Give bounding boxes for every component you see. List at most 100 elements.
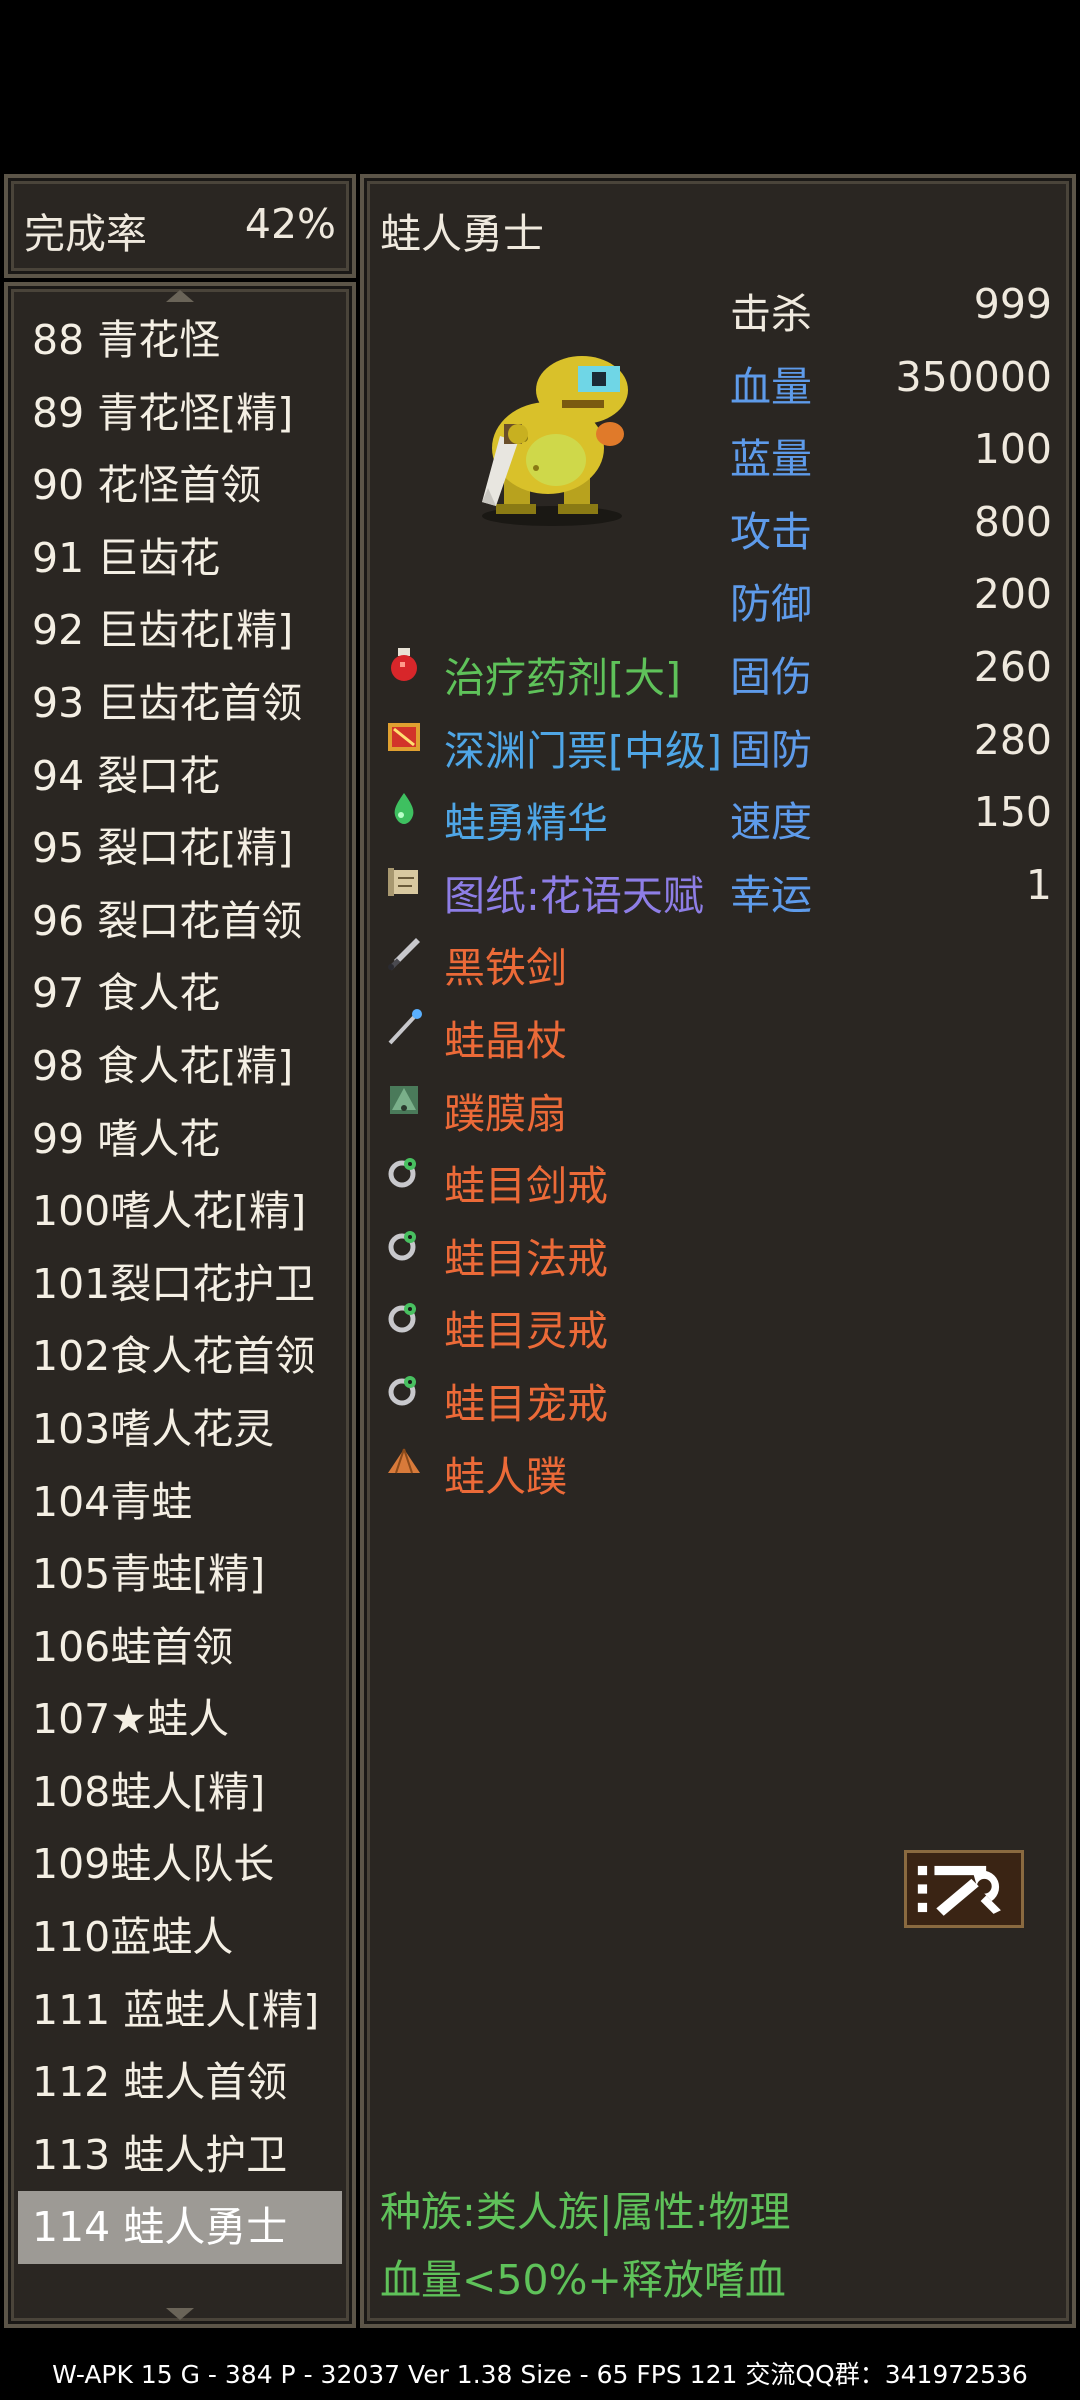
list-item[interactable]: 108蛙人[精] xyxy=(18,1756,342,1829)
stat-value: 1 xyxy=(1025,860,1052,909)
list-item[interactable]: 113 蛙人护卫 xyxy=(18,2119,342,2192)
list-item[interactable]: 103嗜人花灵 xyxy=(18,1393,342,1466)
list-item[interactable]: 99 嗜人花 xyxy=(18,1103,342,1176)
stat-row: 幸运 1 xyxy=(730,847,1052,920)
list-item[interactable]: 109蛙人队长 xyxy=(18,1828,342,1901)
stat-row: 速度 150 xyxy=(730,774,1052,847)
wrench-button[interactable] xyxy=(904,1850,1024,1928)
stat-value: 350000 xyxy=(895,352,1052,401)
stat-value: 150 xyxy=(973,788,1052,837)
drop-item[interactable]: 治疗药剂[大] xyxy=(384,630,744,703)
list-item[interactable]: 114 蛙人勇士 xyxy=(18,2191,342,2265)
list-item[interactable]: 96 裂口花首领 xyxy=(18,885,342,958)
stat-row: 攻击 800 xyxy=(730,484,1052,557)
debug-status-bar: W-APK 15 G - 384 P - 32037 Ver 1.38 Size… xyxy=(52,2360,1028,2389)
scroll-down-icon[interactable] xyxy=(166,2308,194,2320)
frog-warrior-sprite xyxy=(482,356,628,526)
essence-icon xyxy=(394,793,414,825)
list-item[interactable]: 92 巨齿花[精] xyxy=(18,594,342,667)
drop-list: 治疗药剂[大] 深渊门票[中级] 蛙勇精华 图纸:花语天赋黑铁剑蛙晶杖 蹼膜扇蛙目剑戒蛙… xyxy=(384,630,744,1501)
web-icon xyxy=(388,1448,420,1473)
drop-item-name: 治疗药剂[大] xyxy=(444,654,681,702)
drop-item-name: 深渊门票[中级] xyxy=(444,726,722,775)
ring-icon xyxy=(388,1303,416,1333)
stat-row: 击杀 999 xyxy=(730,266,1052,339)
drop-item-name: 蛙人蹼 xyxy=(444,1452,567,1501)
drop-item[interactable]: 蛙目灵戒 xyxy=(384,1283,744,1356)
staff-icon xyxy=(388,1008,422,1045)
list-item[interactable]: 104青蛙 xyxy=(18,1466,342,1539)
stat-label: 蓝量 xyxy=(730,435,812,484)
scroll-up-icon[interactable] xyxy=(166,290,194,302)
monster-list[interactable]: 88 青花怪 89 青花怪[精] 90 花怪首领 91 巨齿花 92 巨齿花[精] 93 … xyxy=(18,304,342,2265)
stat-value: 200 xyxy=(973,570,1052,619)
drop-item-name: 蛙晶杖 xyxy=(444,1016,567,1065)
stat-label: 攻击 xyxy=(730,507,812,556)
list-item[interactable]: 91 巨齿花 xyxy=(18,522,342,595)
potion-icon xyxy=(391,648,417,681)
stat-value: 260 xyxy=(973,642,1052,691)
list-item[interactable]: 112 蛙人首领 xyxy=(18,2046,342,2119)
race-info: 种族:类人族|属性:物理 xyxy=(380,2188,791,2236)
list-item[interactable]: 88 青花怪 xyxy=(18,304,342,377)
monster-list-panel[interactable]: 88 青花怪 89 青花怪[精] 90 花怪首领 91 巨齿花 92 巨齿花[精] 93 … xyxy=(4,282,356,2328)
drop-item[interactable]: 深渊门票[中级] xyxy=(384,703,744,776)
sword-icon xyxy=(388,938,420,971)
list-item[interactable]: 95 裂口花[精] xyxy=(18,812,342,885)
list-item[interactable]: 102食人花首领 xyxy=(18,1320,342,1393)
list-item[interactable]: 110蓝蛙人 xyxy=(18,1901,342,1974)
stat-row: 血量 350000 xyxy=(730,339,1052,412)
list-item[interactable]: 105青蛙[精] xyxy=(18,1538,342,1611)
list-item[interactable]: 97 食人花 xyxy=(18,957,342,1030)
list-item[interactable]: 111 蓝蛙人[精] xyxy=(18,1974,342,2047)
ticket-icon xyxy=(388,722,420,751)
ring-icon xyxy=(388,1375,416,1406)
stat-value: 280 xyxy=(973,715,1052,764)
list-item[interactable]: 100嗜人花[精] xyxy=(18,1175,342,1248)
list-item[interactable]: 107★蛙人 xyxy=(18,1683,342,1756)
stat-label: 击杀 xyxy=(730,290,812,338)
fan-icon xyxy=(390,1085,418,1114)
stat-label: 防御 xyxy=(730,580,812,629)
list-item[interactable]: 94 裂口花 xyxy=(18,740,342,813)
drop-item-name: 黑铁剑 xyxy=(444,944,567,993)
drop-item-name: 蛙目法戒 xyxy=(444,1234,608,1283)
stat-row: 防御 200 xyxy=(730,556,1052,629)
monster-title: 蛙人勇士 xyxy=(380,210,544,258)
drop-item-name: 蛙目剑戒 xyxy=(444,1162,608,1211)
drop-item-name: 蛙目灵戒 xyxy=(444,1307,608,1356)
drop-item[interactable]: 蛙晶杖 xyxy=(384,993,744,1066)
stat-label: 血量 xyxy=(730,362,812,411)
scroll-icon xyxy=(388,867,418,896)
list-item[interactable]: 101裂口花护卫 xyxy=(18,1248,342,1321)
drop-item-name: 蛙勇精华 xyxy=(444,799,608,848)
drop-item[interactable]: 蹼膜扇 xyxy=(384,1066,744,1139)
completion-label: 完成率 xyxy=(24,210,147,258)
drop-item-name: 蛙目宠戒 xyxy=(444,1379,608,1428)
stat-row: 蓝量 100 xyxy=(730,411,1052,484)
list-item[interactable]: 98 食人花[精] xyxy=(18,1030,342,1103)
drop-item[interactable]: 蛙人蹼 xyxy=(384,1429,744,1502)
drop-item[interactable]: 蛙目剑戒 xyxy=(384,1138,744,1211)
stat-value: 999 xyxy=(973,280,1052,328)
list-item[interactable]: 106蛙首领 xyxy=(18,1611,342,1684)
drop-item[interactable]: 蛙勇精华 xyxy=(384,775,744,848)
wrench-icon xyxy=(917,1865,1001,1916)
stat-row: 固伤 260 xyxy=(730,629,1052,702)
completion-value: 42% xyxy=(244,200,336,248)
list-item[interactable]: 93 巨齿花首领 xyxy=(18,667,342,740)
ring-icon xyxy=(388,1230,416,1261)
drop-item[interactable]: 图纸:花语天赋 xyxy=(384,848,744,921)
drop-item[interactable]: 蛙目法戒 xyxy=(384,1211,744,1284)
drop-item[interactable]: 黑铁剑 xyxy=(384,920,744,993)
completion-panel: 完成率 42% xyxy=(4,174,356,278)
skill-info: 血量<50%+释放嗜血 xyxy=(380,2256,786,2304)
stat-row: 固防 280 xyxy=(730,702,1052,775)
stats-table: 击杀 999 血量 350000 蓝量 100 攻击 800 防御 200 固伤 260 固防 280 速度… xyxy=(730,266,1052,919)
list-item[interactable]: 89 青花怪[精] xyxy=(18,377,342,450)
ring-icon xyxy=(388,1158,416,1188)
stat-value: 800 xyxy=(973,497,1052,546)
drop-item[interactable]: 蛙目宠戒 xyxy=(384,1356,744,1429)
list-item[interactable]: 90 花怪首领 xyxy=(18,449,342,522)
monster-detail-panel: 蛙人勇士 击杀 999 血量 350000 蓝量 100 攻击 800 防御 200 固伤 260 固防… xyxy=(360,174,1076,2328)
